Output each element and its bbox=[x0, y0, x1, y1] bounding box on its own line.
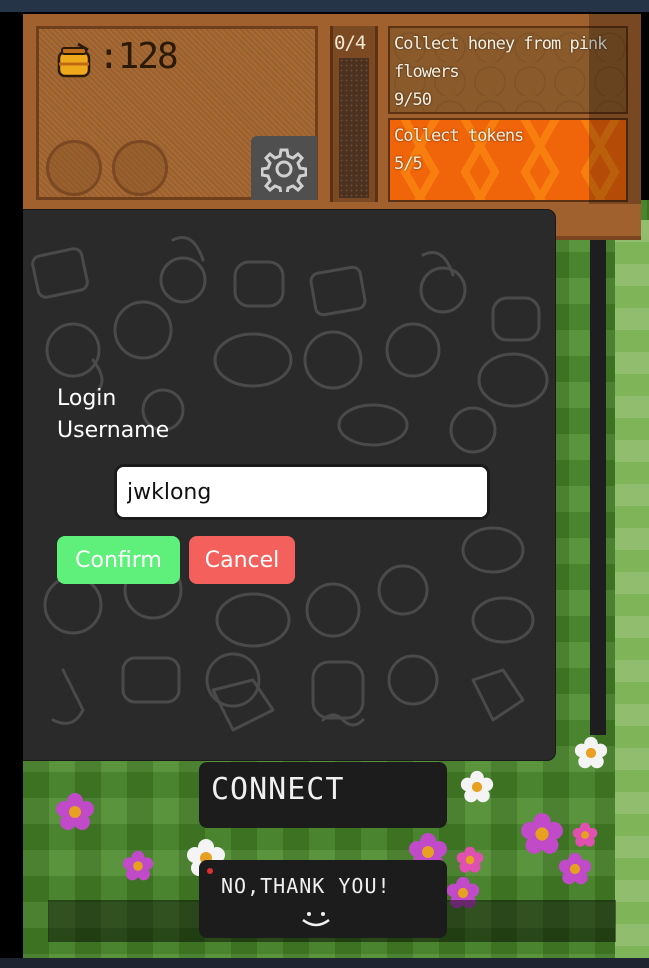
settings-button[interactable] bbox=[251, 136, 317, 200]
purple-flower-icon bbox=[56, 793, 94, 830]
connect-button[interactable]: CONNECT bbox=[199, 762, 447, 828]
white-flower-icon bbox=[574, 736, 608, 769]
gear-icon bbox=[261, 148, 307, 192]
purple-flower-icon bbox=[521, 813, 563, 854]
smiley-icon bbox=[302, 912, 330, 927]
pink-flower-icon bbox=[572, 822, 598, 847]
no-thank-you-label: NO,THANK YOU! bbox=[221, 874, 391, 898]
honey-jar-icon bbox=[57, 42, 91, 78]
confirm-button[interactable]: Confirm bbox=[57, 536, 180, 584]
item-slot[interactable] bbox=[112, 140, 168, 196]
connect-label: CONNECT bbox=[211, 772, 345, 807]
no-thank-you-button[interactable]: NO,THANK YOU! bbox=[199, 860, 447, 938]
honey-count: :128 bbox=[98, 36, 179, 77]
login-title: Login bbox=[57, 386, 117, 411]
left-edge bbox=[0, 12, 23, 958]
item-slot[interactable] bbox=[46, 140, 102, 196]
pink-flower-icon bbox=[456, 846, 484, 873]
red-dot bbox=[207, 868, 213, 874]
game-screen: CONNECT NO,THANK YOU! :128 0/4 Collect h… bbox=[0, 0, 649, 968]
login-modal: Login Username Confirm Cancel bbox=[23, 210, 555, 760]
quest-rod bbox=[339, 58, 369, 198]
grass-edge bbox=[615, 220, 649, 958]
shadow-strip bbox=[590, 230, 606, 735]
window-bottom-bar bbox=[0, 958, 649, 968]
username-label: Username bbox=[57, 418, 170, 443]
purple-flower-icon bbox=[558, 852, 592, 885]
white-flower-icon bbox=[460, 770, 494, 803]
username-input[interactable] bbox=[114, 464, 490, 520]
window-top-bar bbox=[0, 0, 649, 12]
cancel-button[interactable]: Cancel bbox=[189, 536, 295, 584]
hud-shade bbox=[589, 14, 641, 204]
purple-flower-icon bbox=[122, 850, 154, 881]
quest-progress: 0/4 bbox=[334, 32, 366, 54]
